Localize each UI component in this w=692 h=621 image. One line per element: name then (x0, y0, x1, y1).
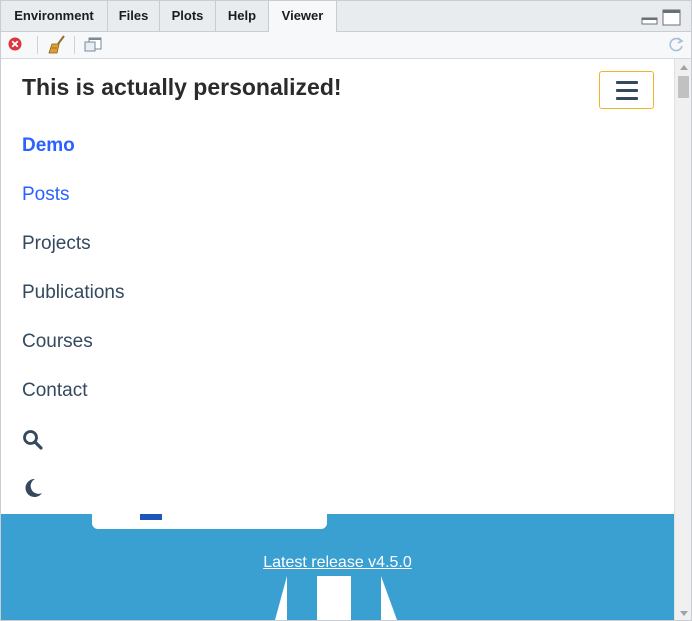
tab-files[interactable]: Files (108, 1, 160, 31)
nav-item-contact[interactable]: Contact (22, 380, 87, 402)
nav-item-posts[interactable]: Posts (22, 184, 70, 206)
tab-viewer[interactable]: Viewer (269, 1, 337, 32)
refresh-icon[interactable] (667, 35, 687, 55)
hero-graphic (275, 576, 397, 620)
navbar-toggle-button[interactable] (599, 71, 654, 109)
scrollbar-thumb[interactable] (678, 76, 689, 98)
broom-icon[interactable] (47, 35, 67, 55)
hero-section: Latest release v4.5.0 (1, 514, 674, 620)
nav-item-courses[interactable]: Courses (22, 331, 93, 353)
viewer-scrollbar[interactable] (674, 59, 691, 620)
latest-release-link[interactable]: Latest release v4.5.0 (1, 554, 674, 572)
site-brand[interactable]: This is actually personalized! (22, 74, 342, 101)
minimize-pane-icon[interactable] (641, 12, 658, 26)
search-icon[interactable] (22, 429, 44, 451)
tab-help[interactable]: Help (216, 1, 269, 31)
hero-card (92, 514, 327, 529)
maximize-pane-icon[interactable] (662, 9, 681, 26)
popout-viewer-icon[interactable] (83, 35, 103, 55)
viewer-toolbar (1, 32, 691, 59)
pane-tab-bar: Environment Files Plots Help Viewer (1, 1, 691, 32)
nav-item-demo[interactable]: Demo (22, 135, 75, 157)
hamburger-menu-icon (616, 81, 638, 84)
viewer-pane: Environment Files Plots Help Viewer This… (0, 0, 692, 621)
nav-item-projects[interactable]: Projects (22, 233, 91, 255)
moon-icon[interactable] (22, 477, 44, 499)
stop-icon[interactable] (6, 35, 26, 55)
web-viewer: This is actually personalized! Demo Post… (1, 59, 674, 620)
tab-plots[interactable]: Plots (160, 1, 216, 31)
nav-item-publications[interactable]: Publications (22, 282, 124, 304)
tab-environment[interactable]: Environment (1, 1, 108, 31)
